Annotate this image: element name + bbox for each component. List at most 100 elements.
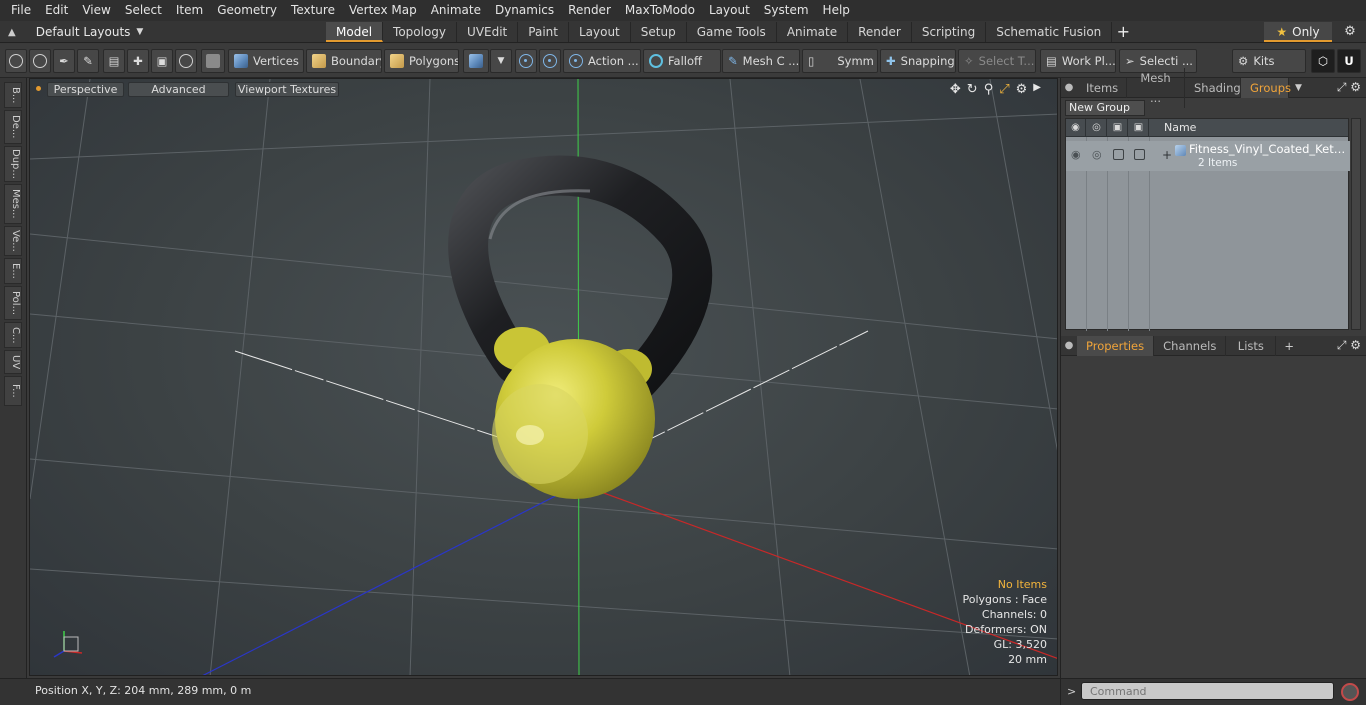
brush-button[interactable]: ✎ xyxy=(77,49,99,73)
menu-system[interactable]: System xyxy=(757,0,816,21)
tab-paint[interactable]: Paint xyxy=(518,22,569,42)
only-toggle[interactable]: ★ Only xyxy=(1264,22,1332,42)
transform-button[interactable]: ✚ xyxy=(127,49,149,73)
side-tab-fusion[interactable]: F... xyxy=(4,376,22,406)
tab-scripting[interactable]: Scripting xyxy=(912,22,987,42)
pen-button[interactable]: ✒ xyxy=(53,49,75,73)
menu-geometry[interactable]: Geometry xyxy=(210,0,284,21)
add-tab-button[interactable]: + xyxy=(1284,339,1294,353)
panel-expand-icon[interactable]: ⤢ ⚙ xyxy=(1337,338,1361,353)
menu-layout[interactable]: Layout xyxy=(702,0,757,21)
falloff-button[interactable]: Falloff xyxy=(643,49,721,73)
select-through-button[interactable]: ✧ Select T... xyxy=(958,49,1036,73)
eye-icon[interactable]: ◉ xyxy=(1071,148,1081,161)
select-checkbox[interactable] xyxy=(1134,149,1145,160)
tab-topology[interactable]: Topology xyxy=(383,22,458,42)
rotate-view-icon[interactable]: ↻ xyxy=(967,82,978,97)
side-tab-mesh-edit[interactable]: Mes... xyxy=(4,184,22,224)
new-group-button[interactable]: New Group xyxy=(1065,100,1145,116)
symmetry-button[interactable]: ▯ Symm ... xyxy=(802,49,878,73)
tab-groups[interactable]: Groups xyxy=(1241,77,1291,98)
symmetry-right-button[interactable] xyxy=(539,49,561,73)
expand-icon[interactable]: + xyxy=(1162,148,1172,162)
tab-render[interactable]: Render xyxy=(848,22,912,42)
move-view-icon[interactable]: ✥ xyxy=(950,82,961,97)
fit-view-icon[interactable]: ⤢ xyxy=(999,82,1009,97)
tab-layout[interactable]: Layout xyxy=(569,22,631,42)
side-tab-polygon[interactable]: Pol... xyxy=(4,286,22,320)
tab-properties[interactable]: Properties xyxy=(1077,335,1155,356)
record-macro-icon[interactable] xyxy=(1341,683,1359,701)
snapping-button[interactable]: ✚ Snapping xyxy=(880,49,956,73)
viewport-gear-icon[interactable]: ⚙ xyxy=(1016,82,1028,97)
tab-animate[interactable]: Animate xyxy=(777,22,849,42)
side-tab-curve[interactable]: C... xyxy=(4,322,22,348)
add-tab-button[interactable]: + xyxy=(1112,22,1134,42)
3d-viewport[interactable]: Perspective Advanced Viewport Textures ✥… xyxy=(29,78,1058,676)
select-circle-button[interactable] xyxy=(5,49,27,73)
menu-vertex-map[interactable]: Vertex Map xyxy=(342,0,424,21)
zoom-icon[interactable]: ⚲ xyxy=(984,82,994,97)
gear-icon[interactable]: ⚙ xyxy=(1340,22,1360,42)
kits-button[interactable]: ⚙ Kits xyxy=(1232,49,1306,73)
group-row[interactable]: ◉ ◎ + Fitness_Vinyl_Coated_Kettlebell 2 … xyxy=(1066,141,1350,171)
frame-button[interactable]: ▣ xyxy=(151,49,173,73)
viewport-menu-arrow-icon[interactable]: ▶ xyxy=(1033,82,1041,97)
tab-items[interactable]: Items xyxy=(1077,77,1127,98)
menu-file[interactable]: File xyxy=(4,0,38,21)
symmetry-left-button[interactable] xyxy=(515,49,537,73)
tab-model[interactable]: Model xyxy=(326,22,384,42)
perspective-button[interactable]: Perspective xyxy=(47,82,124,97)
polygons-button[interactable]: Polygons xyxy=(384,49,459,73)
items-mode-button[interactable] xyxy=(201,49,225,73)
vertices-button[interactable]: Vertices xyxy=(228,49,304,73)
lock-checkbox[interactable] xyxy=(1113,149,1124,160)
action-center-button[interactable]: Action ... xyxy=(563,49,641,73)
side-tab-edge[interactable]: E... xyxy=(4,258,22,284)
viewport-textures-button[interactable]: Viewport Textures xyxy=(235,82,339,97)
lock-column-icon[interactable]: ▣ xyxy=(1108,119,1128,137)
menu-render[interactable]: Render xyxy=(561,0,618,21)
render-toggle-icon[interactable]: ◎ xyxy=(1092,148,1102,161)
boundary-button[interactable]: Boundary xyxy=(306,49,382,73)
tab-schematic-fusion[interactable]: Schematic Fusion xyxy=(986,22,1113,42)
material-mode-button[interactable] xyxy=(463,49,489,73)
menu-edit[interactable]: Edit xyxy=(38,0,75,21)
material-dropdown[interactable]: ▼ xyxy=(490,49,512,73)
unreal-button[interactable]: U xyxy=(1337,49,1361,73)
tab-channels[interactable]: Channels xyxy=(1154,335,1227,356)
render-column-icon[interactable]: ◎ xyxy=(1087,119,1107,137)
tab-uvedit[interactable]: UVEdit xyxy=(457,22,519,42)
menu-animate[interactable]: Animate xyxy=(424,0,488,21)
menu-view[interactable]: View xyxy=(75,0,117,21)
name-column-header[interactable]: Name xyxy=(1164,119,1196,137)
side-tab-uv[interactable]: UV xyxy=(4,350,22,374)
align-button[interactable]: ▤ xyxy=(103,49,125,73)
globe-button[interactable] xyxy=(29,49,51,73)
command-input[interactable] xyxy=(1081,682,1334,700)
tab-shading[interactable]: Shading xyxy=(1185,77,1241,98)
work-plane-button[interactable]: ▤ Work Pl... xyxy=(1040,49,1116,73)
menu-item[interactable]: Item xyxy=(169,0,210,21)
tab-game-tools[interactable]: Game Tools xyxy=(687,22,777,42)
menu-select[interactable]: Select xyxy=(118,0,169,21)
default-layouts-dropdown[interactable]: ▲ Default Layouts ▼ xyxy=(8,21,143,43)
menu-dynamics[interactable]: Dynamics xyxy=(488,0,561,21)
side-tab-duplicate[interactable]: Dup... xyxy=(4,146,22,182)
groups-scrollbar[interactable] xyxy=(1351,118,1361,330)
unity-button[interactable]: ⬡ xyxy=(1311,49,1335,73)
side-tab-basic[interactable]: B... xyxy=(4,82,22,108)
select-column-icon[interactable]: ▣ xyxy=(1129,119,1149,137)
menu-texture[interactable]: Texture xyxy=(284,0,342,21)
visibility-column-icon[interactable]: ◉ xyxy=(1066,119,1086,137)
side-tab-vertex[interactable]: Ve... xyxy=(4,226,22,256)
chevron-down-icon[interactable]: ▼ xyxy=(1295,83,1302,93)
tab-setup[interactable]: Setup xyxy=(631,22,687,42)
menu-maxtomodo[interactable]: MaxToModo xyxy=(618,0,702,21)
tab-lists[interactable]: Lists xyxy=(1226,335,1277,356)
rotate-button[interactable] xyxy=(175,49,197,73)
advanced-button[interactable]: Advanced xyxy=(128,82,229,97)
menu-help[interactable]: Help xyxy=(816,0,857,21)
panel-expand-icon[interactable]: ⤢ ⚙ xyxy=(1337,80,1361,95)
mesh-constraints-button[interactable]: ✎ Mesh C ... xyxy=(722,49,800,73)
